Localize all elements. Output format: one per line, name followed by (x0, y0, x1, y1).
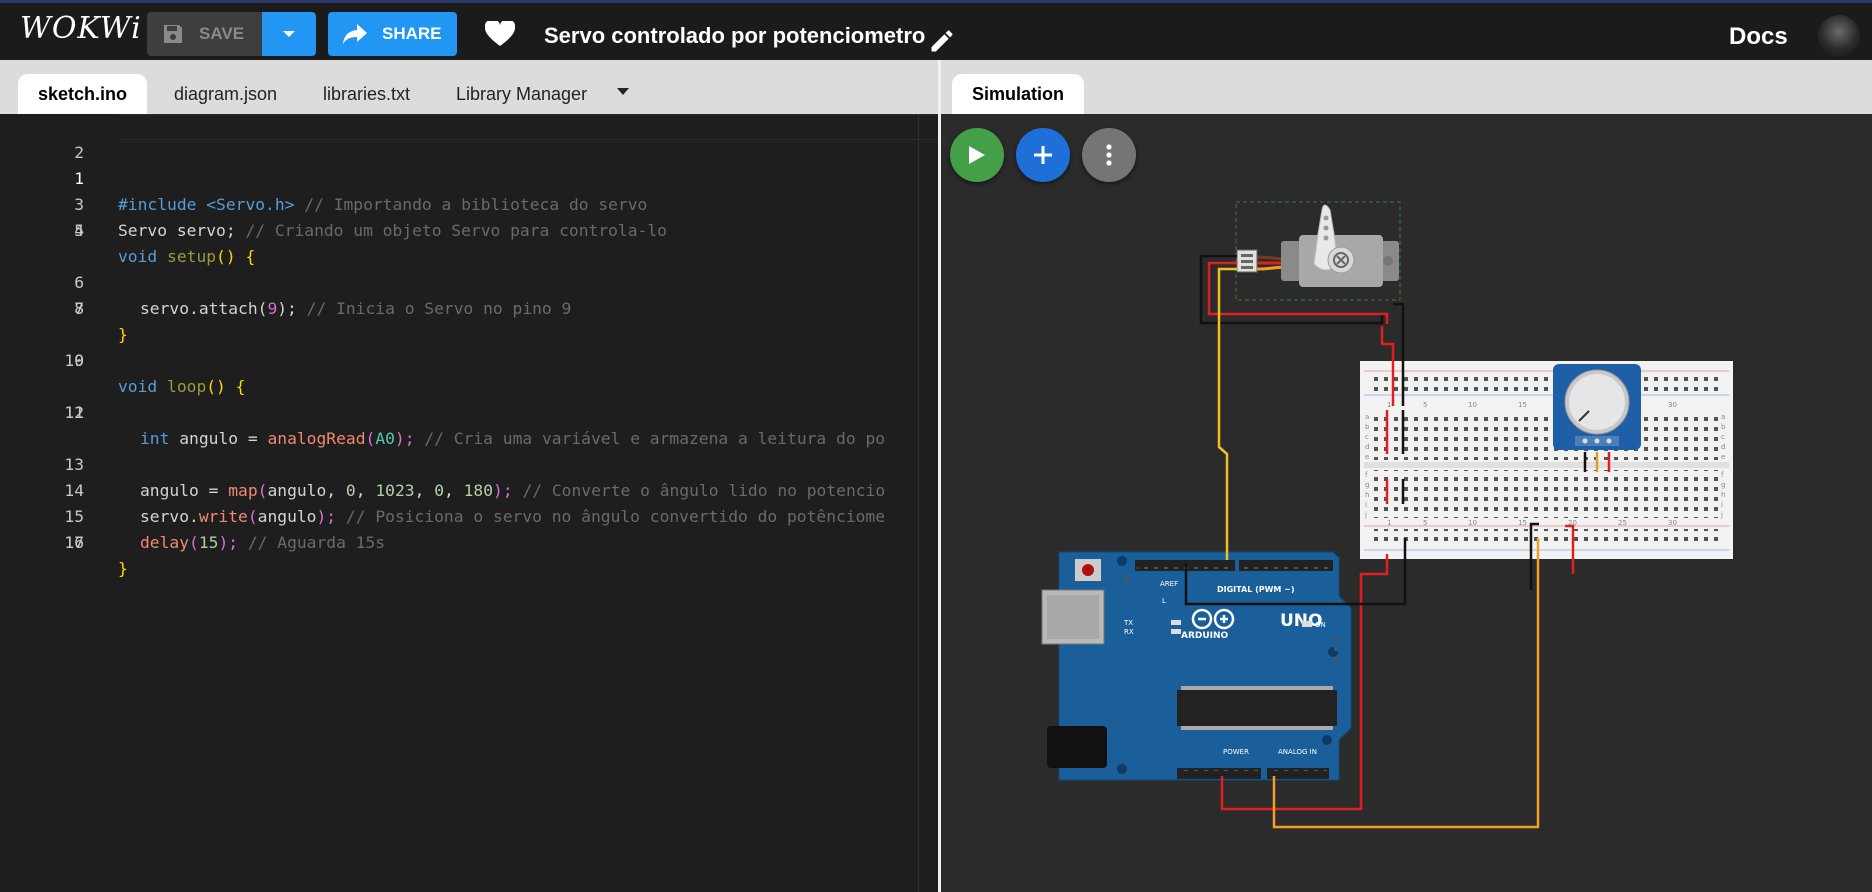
svg-text:25: 25 (1618, 519, 1627, 527)
svg-text:15: 15 (1518, 401, 1527, 409)
svg-text:ON: ON (1315, 621, 1326, 629)
code-line: 4 void setup() { (74, 221, 256, 266)
svg-text:e: e (1721, 453, 1725, 461)
code-line: 10 (64, 351, 84, 370)
share-label: SHARE (382, 24, 442, 43)
svg-text:j: j (1364, 511, 1367, 519)
svg-text:5: 5 (1423, 401, 1427, 409)
svg-text:i: i (1365, 501, 1367, 509)
heart-icon[interactable] (485, 21, 515, 47)
save-dropdown-button[interactable] (262, 12, 316, 56)
svg-text:a: a (1721, 413, 1725, 421)
svg-text:RX: RX (1124, 628, 1134, 636)
code-line: 11 int angulo = analogRead(A0); // Cria … (64, 403, 886, 448)
svg-text:1: 1 (1387, 401, 1391, 409)
pencil-edit-icon[interactable] (928, 27, 956, 55)
svg-text:10: 10 (1468, 401, 1477, 409)
simulation-tab-bar: Simulation (941, 60, 1872, 114)
code-line: 14 servo.write(angulo); // Posiciona o s… (64, 481, 886, 526)
wokwi-logo[interactable]: WOKWi (20, 11, 142, 46)
svg-text:c: c (1721, 433, 1725, 441)
share-arrow-icon (343, 24, 367, 44)
share-button[interactable]: SHARE (328, 12, 457, 56)
svg-text:10: 10 (1468, 519, 1477, 527)
svg-text:30: 30 (1668, 519, 1677, 527)
svg-text:a: a (1365, 413, 1369, 421)
code-line: 3 Servo servo; // Criando um objeto Serv… (74, 195, 667, 240)
tab-library-manager[interactable]: Library Manager (456, 74, 587, 114)
code-line: 8 (74, 299, 84, 318)
code-line: 7 } (74, 299, 128, 344)
svg-text:h: h (1721, 491, 1725, 499)
potentiometer[interactable] (1553, 364, 1641, 450)
svg-text:j: j (1720, 511, 1723, 519)
user-avatar[interactable] (1818, 15, 1860, 57)
svg-text:30: 30 (1668, 401, 1677, 409)
svg-text:ARDUINO: ARDUINO (1181, 631, 1229, 641)
save-button[interactable]: SAVE (147, 12, 262, 56)
servo-motor[interactable] (1235, 201, 1401, 301)
breadboard[interactable]: 1 5 10 15 20 25 30 1 5 10 15 20 25 30 a … (1360, 361, 1733, 559)
svg-text:POWER: POWER (1223, 748, 1249, 756)
code-line: 16 } (64, 533, 128, 578)
svg-text:AREF: AREF (1160, 580, 1178, 588)
svg-text:d: d (1721, 443, 1725, 451)
svg-text:b: b (1721, 423, 1726, 431)
code-line: 1 #include <Servo.h> // Importando a bib… (0, 114, 938, 214)
simulation-canvas[interactable]: 1 5 10 15 20 25 30 1 5 10 15 20 25 30 a … (941, 114, 1872, 892)
svg-text:TX: TX (1123, 619, 1133, 627)
svg-text:i: i (1721, 501, 1723, 509)
svg-text:1: 1 (1387, 519, 1391, 527)
code-line: 5 (74, 221, 84, 240)
tab-simulation[interactable]: Simulation (952, 74, 1085, 114)
svg-text:L: L (1162, 597, 1166, 605)
code-line: 6 servo.attach(9); // Inicia o Servo no … (74, 273, 572, 318)
tab-sketch-ino[interactable]: sketch.ino (18, 74, 148, 114)
svg-text:ANALOG IN: ANALOG IN (1278, 748, 1317, 756)
caret-down-icon (283, 30, 295, 37)
svg-text:g: g (1365, 481, 1369, 489)
svg-text:5: 5 (1423, 519, 1427, 527)
tab-libraries-txt[interactable]: libraries.txt (323, 74, 410, 114)
docs-link[interactable]: Docs (1729, 23, 1788, 51)
code-line: 13 angulo = map(angulo, 0, 1023, 0, 180)… (64, 455, 886, 500)
project-title[interactable]: Servo controlado por potenciometro (544, 23, 925, 49)
tab-diagram-json[interactable]: diagram.json (174, 74, 277, 114)
floppy-disk-icon (164, 25, 182, 43)
circuit-diagram: 1 5 10 15 20 25 30 1 5 10 15 20 25 30 a … (1041, 201, 1733, 829)
svg-text:h: h (1365, 491, 1369, 499)
svg-text:g: g (1721, 481, 1725, 489)
code-editor[interactable]: 1 #include <Servo.h> // Importando a bib… (0, 114, 938, 892)
code-line: 9 void loop() { (74, 351, 246, 396)
top-bar: WOKWi SAVE SHARE Servo controlado por po… (0, 0, 1872, 60)
svg-text:15: 15 (1518, 519, 1527, 527)
code-line: 12 (64, 403, 84, 422)
code-line: 2 (74, 143, 84, 162)
code-line: 17 (64, 533, 84, 552)
code-line: 15 delay(15); // Aguarda 15s (64, 507, 386, 552)
svg-text:c: c (1365, 433, 1369, 441)
tab-overflow-menu-icon[interactable] (617, 88, 629, 95)
arduino-uno-board[interactable]: DIGITAL (PWM ~) UNO ARDUINO ON TX RX ARE… (1041, 551, 1352, 781)
editor-tab-bar: sketch.ino diagram.json libraries.txt Li… (0, 60, 938, 114)
save-label: SAVE (199, 24, 245, 43)
svg-text:e: e (1365, 453, 1369, 461)
svg-text:b: b (1365, 423, 1370, 431)
current-line-highlight (118, 114, 938, 140)
svg-text:DIGITAL (PWM ~): DIGITAL (PWM ~) (1217, 585, 1295, 594)
svg-text:d: d (1365, 443, 1369, 451)
